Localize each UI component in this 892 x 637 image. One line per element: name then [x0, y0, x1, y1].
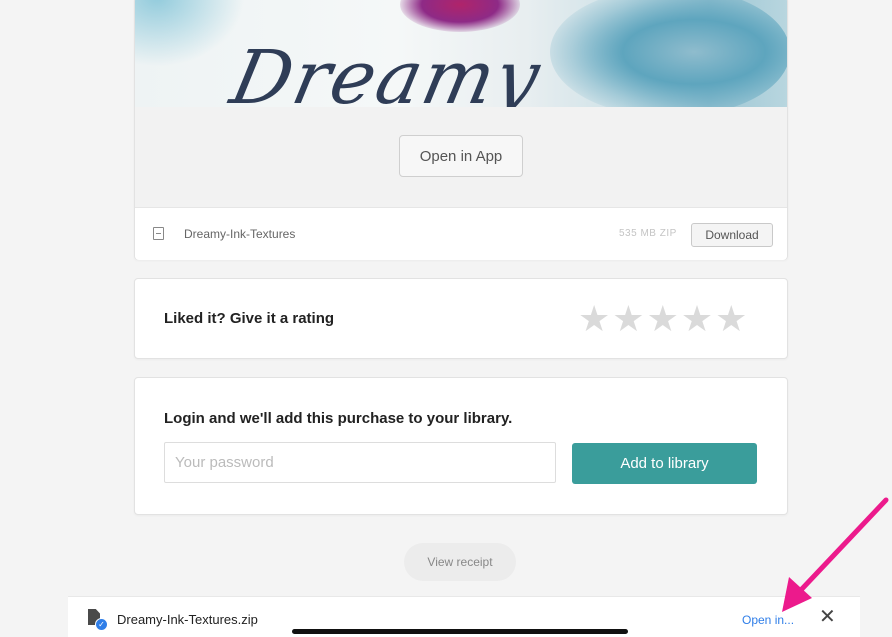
star-icon[interactable]: ★ — [647, 301, 679, 337]
file-size: 535 MB ZIP — [619, 228, 677, 239]
star-icon[interactable]: ★ — [715, 301, 747, 337]
view-receipt-button[interactable]: View receipt — [404, 543, 516, 581]
rating-card: Liked it? Give it a rating ★ ★ ★ ★ ★ — [134, 278, 788, 359]
file-icon — [153, 227, 164, 240]
download-button[interactable]: Download — [691, 223, 773, 247]
add-to-library-button[interactable]: Add to library — [572, 443, 757, 484]
product-preview-title: Dreamy — [223, 35, 549, 107]
password-input[interactable] — [164, 442, 556, 483]
login-card: Login and we'll add this purchase to you… — [134, 377, 788, 515]
open-in-link[interactable]: Open in... — [742, 613, 794, 627]
star-icon[interactable]: ★ — [612, 301, 644, 337]
star-icon[interactable]: ★ — [681, 301, 713, 337]
downloaded-file-icon: ✓ — [88, 609, 108, 631]
home-indicator — [292, 629, 628, 634]
close-icon[interactable]: ✕ — [819, 607, 836, 627]
file-row: Dreamy-Ink-Textures 535 MB ZIP Download — [135, 207, 787, 260]
product-card: Dreamy Open in App Dreamy-Ink-Textures 5… — [134, 0, 788, 260]
rating-label: Liked it? Give it a rating — [164, 310, 335, 327]
downloaded-file-name: Dreamy-Ink-Textures.zip — [117, 612, 258, 627]
star-icon[interactable]: ★ — [578, 301, 610, 337]
login-prompt: Login and we'll add this purchase to you… — [164, 410, 513, 427]
open-in-app-button[interactable]: Open in App — [399, 135, 523, 177]
product-actions-area: Open in App — [135, 107, 787, 207]
product-preview-image: Dreamy — [135, 0, 787, 107]
star-rating: ★ ★ ★ ★ ★ — [578, 301, 747, 337]
file-name: Dreamy-Ink-Textures — [184, 227, 296, 241]
